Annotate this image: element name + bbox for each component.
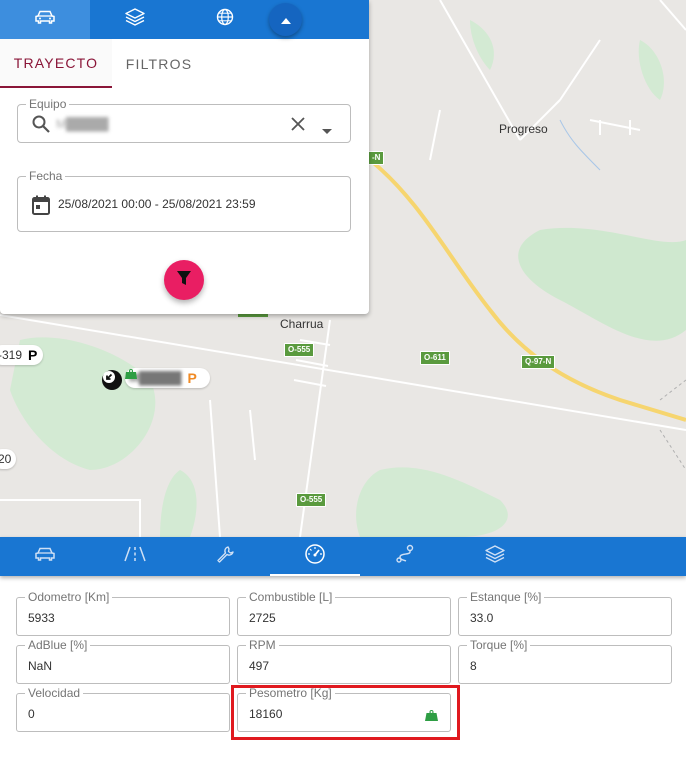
place-label: Progreso xyxy=(499,122,548,136)
odometro-label: Odometro [Km] xyxy=(25,590,113,604)
clear-icon[interactable] xyxy=(290,116,306,137)
caret-up-icon xyxy=(280,11,291,29)
tab-layers[interactable] xyxy=(90,0,180,39)
tab-filtros[interactable]: FILTROS xyxy=(112,39,206,88)
fecha-field[interactable]: Fecha 25/08/2021 00:00 - 25/08/2021 23:5… xyxy=(17,169,351,232)
vehicle-direction-icon[interactable] xyxy=(102,370,122,390)
fecha-value[interactable]: 25/08/2021 00:00 - 25/08/2021 23:59 xyxy=(58,197,256,211)
parking-icon: P xyxy=(187,370,197,386)
odometro-field: Odometro [Km] 5933 xyxy=(16,590,230,636)
tab-telemetry[interactable] xyxy=(270,537,360,576)
route-icon xyxy=(395,544,415,569)
combustible-label: Combustible [L] xyxy=(246,590,336,604)
road-shield: O-611 xyxy=(420,351,450,365)
torque-value: 8 xyxy=(470,659,477,673)
rpm-field: RPM 497 xyxy=(237,638,451,684)
road-shield: O-555 xyxy=(284,343,315,357)
torque-label: Torque [%] xyxy=(467,638,531,652)
road-shield: -N xyxy=(368,151,385,165)
fecha-label: Fecha xyxy=(26,169,66,183)
filter-panel: TRAYECTO FILTROS Equipo M█████ Fecha 25/… xyxy=(0,0,369,314)
marker-label: -319 xyxy=(0,348,23,362)
globe-icon xyxy=(216,8,234,31)
tab-maintenance[interactable] xyxy=(180,537,270,576)
odometro-value: 5933 xyxy=(28,611,55,625)
parking-icon: P xyxy=(28,347,38,363)
layers-icon xyxy=(125,8,145,31)
adblue-value: NaN xyxy=(28,659,53,673)
road-shield: O-555 xyxy=(296,493,327,507)
filter-icon xyxy=(176,270,192,291)
adblue-label: AdBlue [%] xyxy=(25,638,91,652)
estanque-field: Estanque [%] 33.0 xyxy=(458,590,672,636)
velocidad-label: Velocidad xyxy=(25,686,84,700)
tab-layers-bottom[interactable] xyxy=(450,537,540,576)
estanque-label: Estanque [%] xyxy=(467,590,545,604)
vehicle-marker[interactable]: M█████ P xyxy=(125,368,210,388)
road-shield: Q-97-N xyxy=(521,355,556,369)
equipo-field[interactable]: Equipo M█████ xyxy=(17,97,351,143)
adblue-field: AdBlue [%] NaN xyxy=(16,638,230,684)
layers-icon xyxy=(485,545,505,568)
tab-route[interactable] xyxy=(360,537,450,576)
calendar-icon xyxy=(32,195,50,220)
gauge-icon xyxy=(304,544,326,569)
rpm-label: RPM xyxy=(246,638,279,652)
torque-field: Torque [%] 8 xyxy=(458,638,672,684)
combustible-value: 2725 xyxy=(249,611,276,625)
tab-trayecto[interactable]: TRAYECTO xyxy=(0,39,112,88)
search-icon xyxy=(31,114,51,139)
tab-vehicle[interactable] xyxy=(0,0,90,39)
estanque-value: 33.0 xyxy=(470,611,494,625)
apply-filter-button[interactable] xyxy=(164,260,204,300)
velocidad-value: 0 xyxy=(28,707,35,721)
place-label: Charrua xyxy=(280,317,324,331)
panel-tabs: TRAYECTO FILTROS xyxy=(0,39,369,88)
car-icon xyxy=(35,10,55,29)
car-icon xyxy=(35,547,55,566)
marker-label: 20 xyxy=(0,452,12,466)
rpm-value: 497 xyxy=(249,659,270,673)
road-icon xyxy=(124,546,146,567)
panel-top-tabbar xyxy=(0,0,369,39)
dropdown-arrow-icon[interactable] xyxy=(322,122,332,140)
wrench-icon xyxy=(216,545,234,568)
combustible-field: Combustible [L] 2725 xyxy=(237,590,451,636)
bottom-tabbar xyxy=(0,537,686,576)
vehicle-marker-partial[interactable]: -319 P xyxy=(0,345,44,365)
tab-vehicle-info[interactable] xyxy=(0,537,90,576)
equipo-label: Equipo xyxy=(26,97,70,111)
collapse-panel-button[interactable] xyxy=(269,3,302,36)
highlight-box xyxy=(231,685,460,740)
tab-globe[interactable] xyxy=(180,0,270,39)
tab-road[interactable] xyxy=(90,537,180,576)
equipo-value[interactable]: M█████ xyxy=(56,117,109,131)
velocidad-field: Velocidad 0 xyxy=(16,686,230,732)
